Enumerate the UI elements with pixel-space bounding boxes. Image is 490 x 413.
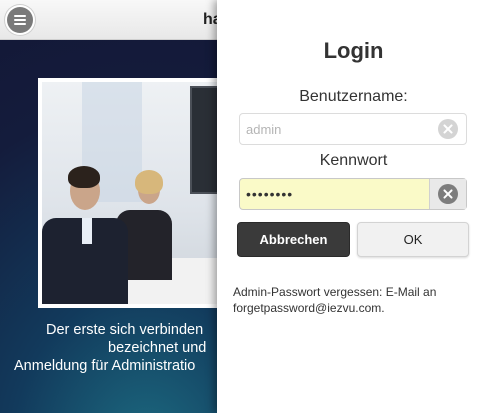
menu-bar	[14, 19, 26, 21]
username-input[interactable]	[240, 114, 430, 144]
username-label: Benutzername:	[299, 88, 408, 105]
meeting-photo-image	[42, 82, 224, 304]
menu-bar	[14, 23, 26, 25]
login-title: Login	[323, 38, 384, 63]
man-hair	[68, 166, 100, 188]
man-shirt	[82, 218, 92, 244]
woman-hair	[135, 170, 163, 194]
app-page: ha Der erste sich verbinden bezeichnet u…	[0, 0, 490, 413]
username-field-wrapper	[239, 113, 467, 145]
ok-button[interactable]: OK	[357, 222, 469, 257]
forgot-password-text: Admin-Passwort vergessen: E-Mail an forg…	[233, 285, 437, 315]
menu-bar	[14, 15, 26, 17]
clear-icon[interactable]	[438, 184, 458, 204]
password-label: Kennwort	[319, 152, 388, 169]
meeting-photo	[38, 78, 228, 308]
password-input[interactable]	[240, 179, 430, 209]
welcome-line-3: Anmeldung für Administratio	[14, 358, 196, 374]
login-panel: Login Benutzername: Kennwort Abbrechen O…	[217, 0, 490, 413]
welcome-line-1: Der erste sich verbinden	[46, 322, 204, 338]
cancel-button[interactable]: Abbrechen	[237, 222, 350, 257]
hamburger-menu-icon[interactable]	[7, 7, 33, 33]
clear-icon[interactable]	[438, 119, 458, 139]
welcome-line-2: bezeichnet und	[108, 340, 207, 356]
password-field-wrapper	[239, 178, 467, 210]
